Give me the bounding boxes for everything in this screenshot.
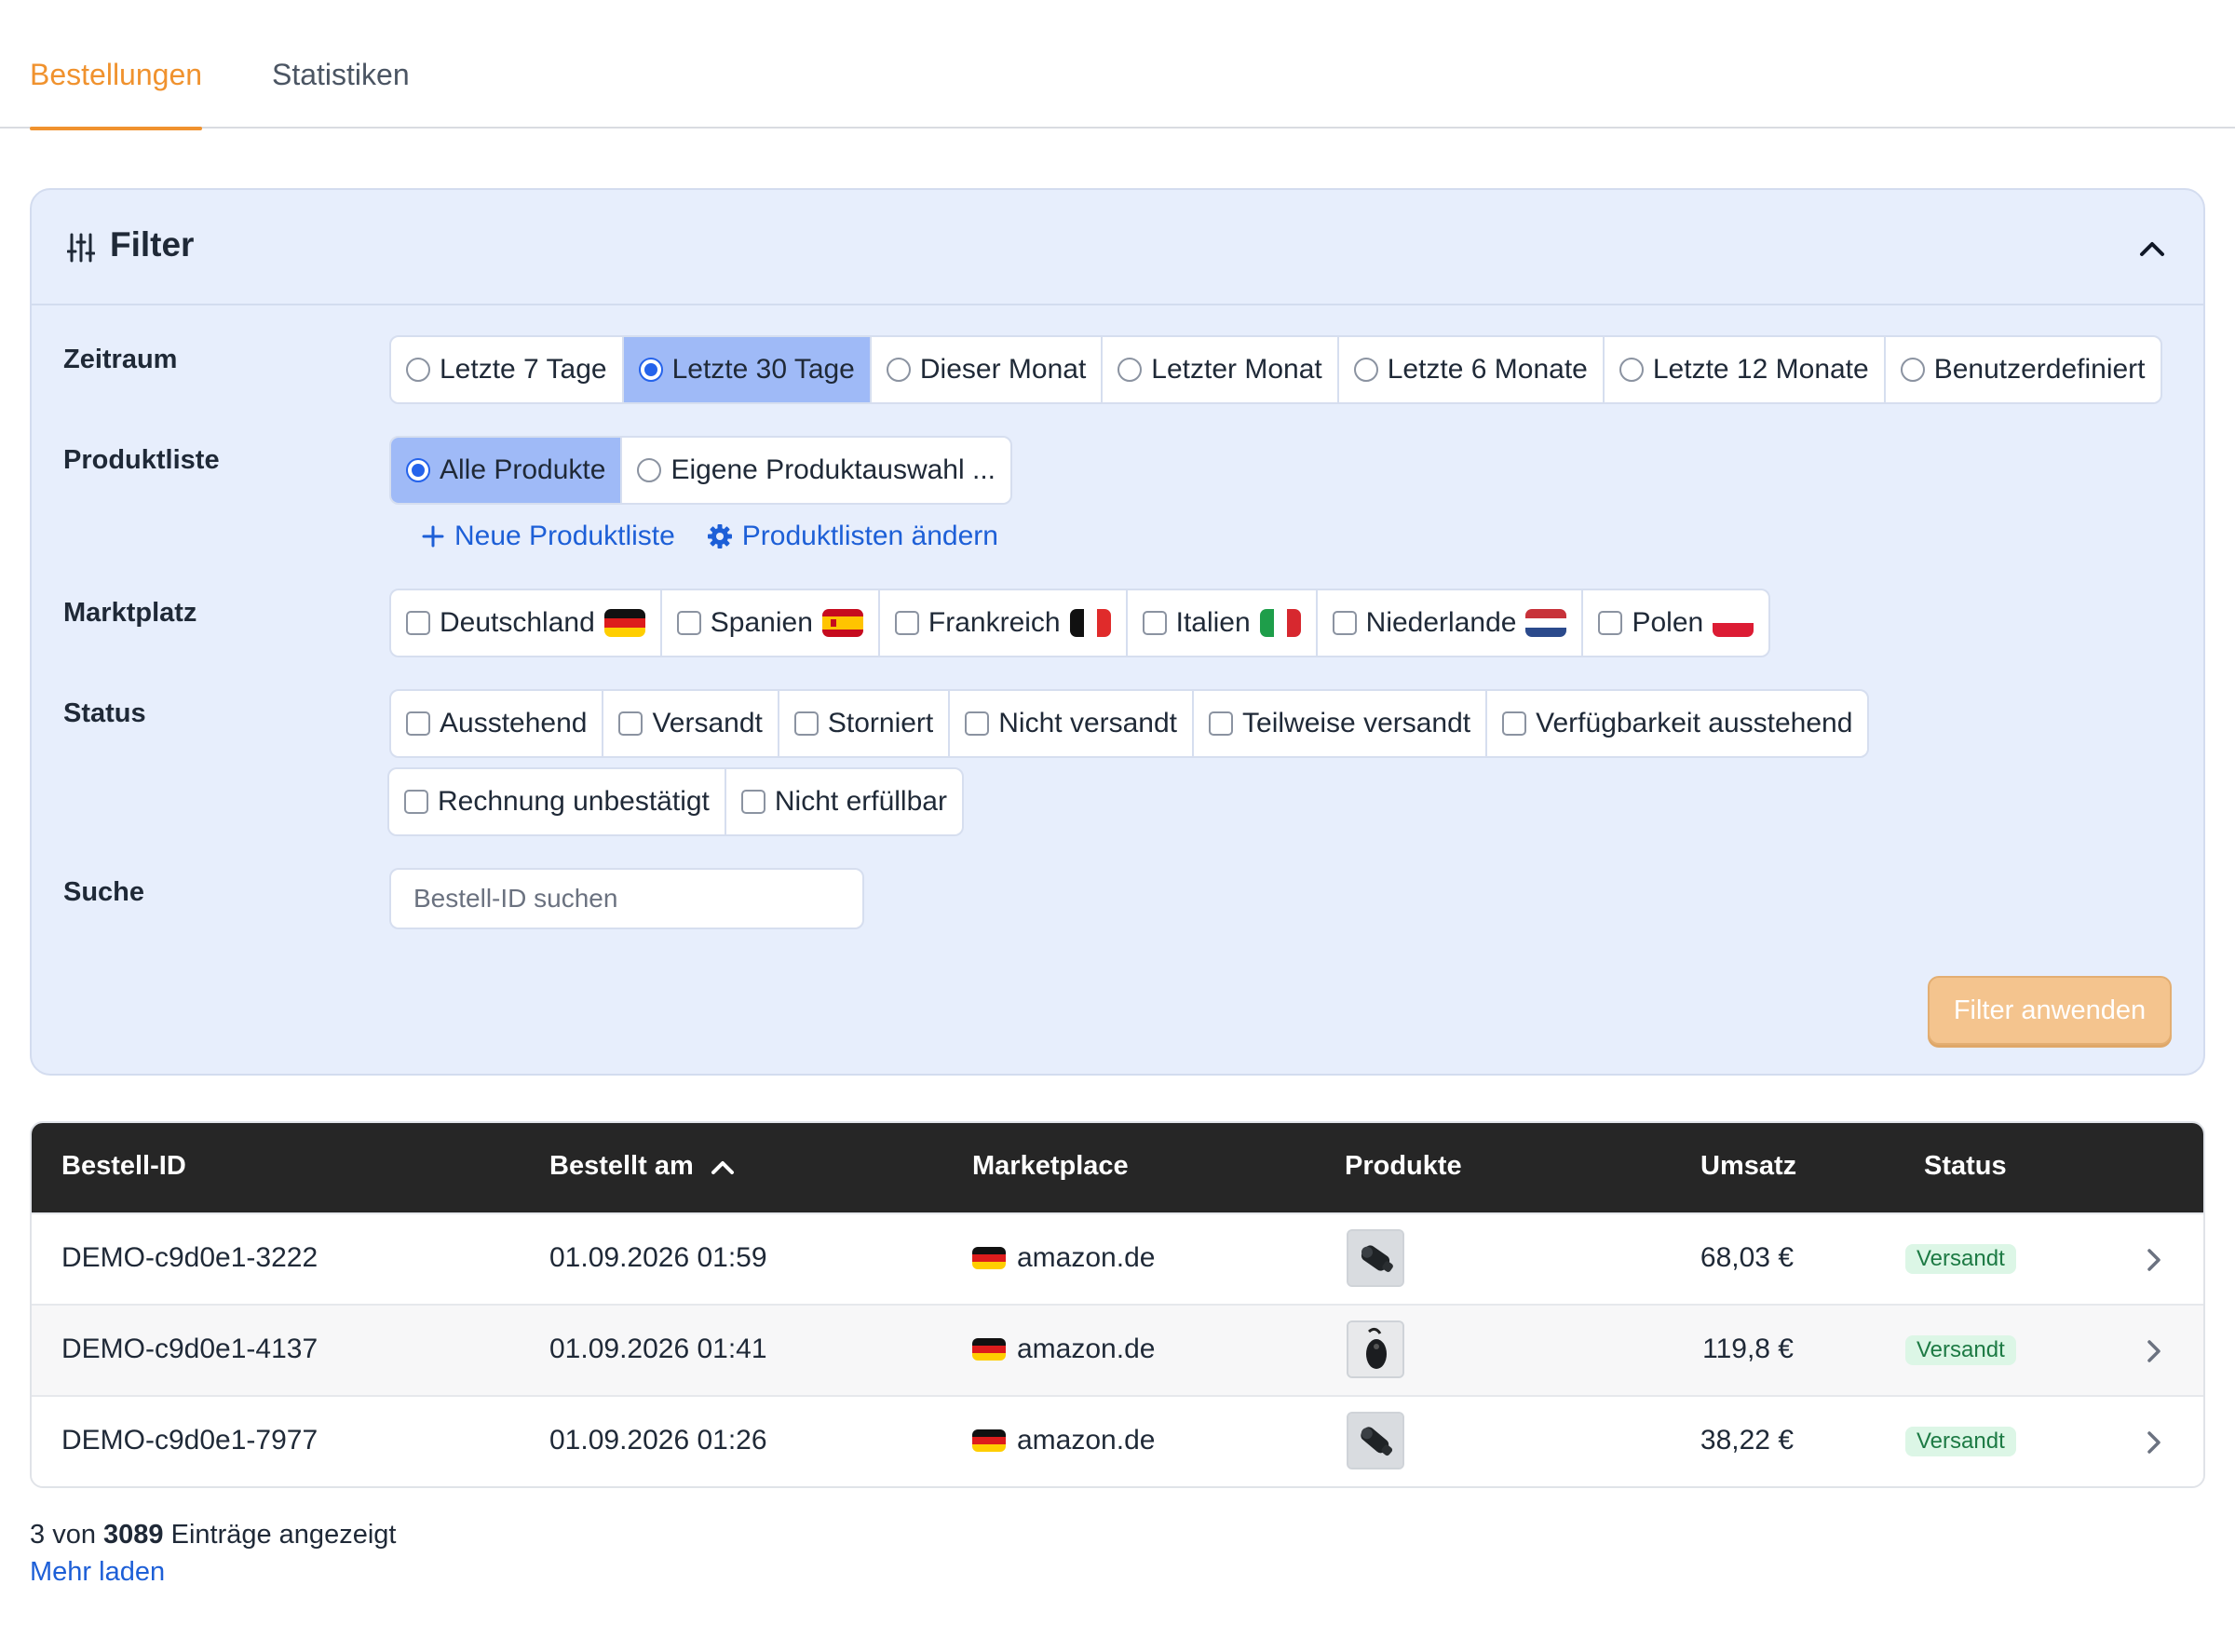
product-image (1348, 1414, 1402, 1468)
flag-germany-icon (972, 1429, 1006, 1452)
filter-title: Filter (110, 225, 195, 264)
zeitraum-options: Letzte 7 Tage Letzte 30 Tage Dieser Mona… (389, 335, 2162, 404)
marketplace-option-fr[interactable]: Frankreich (880, 590, 1128, 656)
marketplace-option-it[interactable]: Italien (1128, 590, 1318, 656)
status-options-row1: Ausstehend Versandt Storniert Nicht vers… (389, 689, 1870, 758)
produktliste-option[interactable]: Alle Produkte (391, 438, 623, 503)
table-row[interactable]: DEMO-c9d0e1-7977 01.09.2026 01:26 amazon… (32, 1395, 2203, 1486)
entries-count: 3 von 3089 Einträge angezeigt (30, 1520, 397, 1550)
sliders-icon (67, 233, 95, 263)
status-option[interactable]: Teilweise versandt (1194, 691, 1488, 756)
apply-filter-button[interactable]: Filter anwenden (1928, 976, 2172, 1045)
flag-italy-icon (1259, 609, 1301, 637)
order-date: 01.09.2026 01:26 (549, 1425, 767, 1456)
suche-label: Suche (63, 877, 145, 907)
marktplatz-options: Deutschland Spanien Frankreich Italien N… (389, 589, 1771, 657)
product-thumbnail[interactable] (1347, 1229, 1404, 1287)
load-more-link[interactable]: Mehr laden (30, 1557, 165, 1588)
order-id: DEMO-c9d0e1-4137 (61, 1334, 318, 1364)
status-badge: Versandt (1905, 1335, 2016, 1365)
order-date: 01.09.2026 01:59 (549, 1242, 767, 1273)
order-date: 01.09.2026 01:41 (549, 1334, 767, 1364)
column-header-revenue[interactable]: Umsatz (1700, 1151, 1796, 1182)
column-header-ordered-at[interactable]: Bestellt am (549, 1151, 735, 1182)
produktliste-links: Neue Produktliste Produktlisten ändern (421, 521, 998, 552)
sort-ascending-icon (711, 1160, 734, 1174)
status-option[interactable]: Nicht versandt (950, 691, 1195, 756)
zeitraum-option[interactable]: Letzter Monat (1103, 337, 1339, 402)
order-marketplace: amazon.de (972, 1242, 1155, 1274)
zeitraum-label: Zeitraum (63, 345, 178, 374)
produktliste-option[interactable]: Eigene Produktauswahl ... (622, 438, 1010, 503)
tab-bestellungen[interactable]: Bestellungen (30, 58, 203, 130)
flag-poland-icon (1713, 609, 1754, 637)
new-product-list-link[interactable]: Neue Produktliste (421, 521, 675, 552)
column-header-marketplace[interactable]: Marketplace (972, 1151, 1129, 1182)
status-option[interactable]: Ausstehend (391, 691, 604, 756)
column-header-status[interactable]: Status (1924, 1151, 2007, 1182)
status-options-row2: Rechnung unbestätigt Nicht erfüllbar (387, 767, 964, 836)
flag-germany-icon (972, 1338, 1006, 1361)
chevron-right-icon[interactable] (2144, 1246, 2164, 1274)
table-row[interactable]: DEMO-c9d0e1-3222 01.09.2026 01:59 amazon… (32, 1212, 2203, 1304)
flag-netherlands-icon (1525, 609, 1567, 637)
produktliste-label: Produktliste (63, 445, 220, 475)
marketplace-option-pl[interactable]: Polen (1583, 590, 1768, 656)
order-id-search-input[interactable] (389, 868, 864, 929)
flag-germany-icon (603, 609, 645, 637)
filter-header[interactable]: Filter (32, 190, 2203, 305)
marketplace-option-de[interactable]: Deutschland (391, 590, 662, 656)
order-id: DEMO-c9d0e1-3222 (61, 1242, 318, 1273)
status-option[interactable]: Storniert (779, 691, 951, 756)
product-image (1348, 1231, 1402, 1285)
table-header: Bestell-ID Bestellt am Marketplace Produ… (32, 1123, 2203, 1212)
chevron-right-icon[interactable] (2144, 1429, 2164, 1456)
flag-germany-icon (972, 1247, 1006, 1269)
order-revenue: 119,8 € (1702, 1334, 1794, 1364)
zeitraum-option[interactable]: Dieser Monat (872, 337, 1104, 402)
status-label: Status (63, 698, 146, 728)
marketplace-option-nl[interactable]: Niederlande (1318, 590, 1584, 656)
zeitraum-option[interactable]: Letzte 7 Tage (391, 337, 624, 402)
zeitraum-option[interactable]: Letzte 30 Tage (623, 337, 872, 402)
column-header-products: Produkte (1345, 1151, 1462, 1181)
order-revenue: 68,03 € (1700, 1242, 1794, 1273)
product-thumbnail[interactable] (1347, 1412, 1404, 1469)
status-option[interactable]: Verfügbarkeit ausstehend (1487, 691, 1867, 756)
edit-product-lists-link[interactable]: Produktlisten ändern (707, 521, 998, 552)
zeitraum-option[interactable]: Letzte 6 Monate (1339, 337, 1605, 402)
status-badge: Versandt (1905, 1244, 2016, 1274)
produktliste-options: Alle Produkte Eigene Produktauswahl ... (389, 436, 1012, 505)
orders-table: Bestell-ID Bestellt am Marketplace Produ… (30, 1121, 2205, 1488)
plus-icon (422, 525, 444, 548)
status-option[interactable]: Versandt (603, 691, 779, 756)
status-option[interactable]: Rechnung unbestätigt (389, 769, 726, 834)
order-marketplace: amazon.de (972, 1425, 1155, 1456)
status-badge: Versandt (1905, 1427, 2016, 1456)
order-marketplace: amazon.de (972, 1334, 1155, 1365)
filter-panel: Filter Zeitraum Letzte 7 Tage Letzte 30 … (30, 188, 2205, 1076)
column-header-order-id[interactable]: Bestell-ID (61, 1151, 186, 1182)
table-row[interactable]: DEMO-c9d0e1-4137 01.09.2026 01:41 amazon… (32, 1304, 2203, 1395)
zeitraum-option[interactable]: Benutzerdefiniert (1886, 337, 2160, 402)
tab-statistiken[interactable]: Statistiken (272, 58, 410, 129)
product-thumbnail[interactable] (1347, 1320, 1404, 1378)
zeitraum-option[interactable]: Letzte 12 Monate (1605, 337, 1886, 402)
gear-icon (707, 524, 732, 548)
chevron-right-icon[interactable] (2144, 1337, 2164, 1365)
flag-spain-icon (821, 609, 863, 637)
tab-bar: Bestellungen Statistiken (0, 0, 2235, 130)
product-image (1348, 1322, 1402, 1376)
marketplace-option-es[interactable]: Spanien (662, 590, 880, 656)
order-id: DEMO-c9d0e1-7977 (61, 1425, 318, 1456)
flag-france-icon (1069, 609, 1111, 637)
chevron-up-icon[interactable] (2136, 233, 2168, 264)
order-revenue: 38,22 € (1700, 1425, 1794, 1456)
marktplatz-label: Marktplatz (63, 598, 197, 628)
status-option[interactable]: Nicht erfüllbar (726, 769, 962, 834)
